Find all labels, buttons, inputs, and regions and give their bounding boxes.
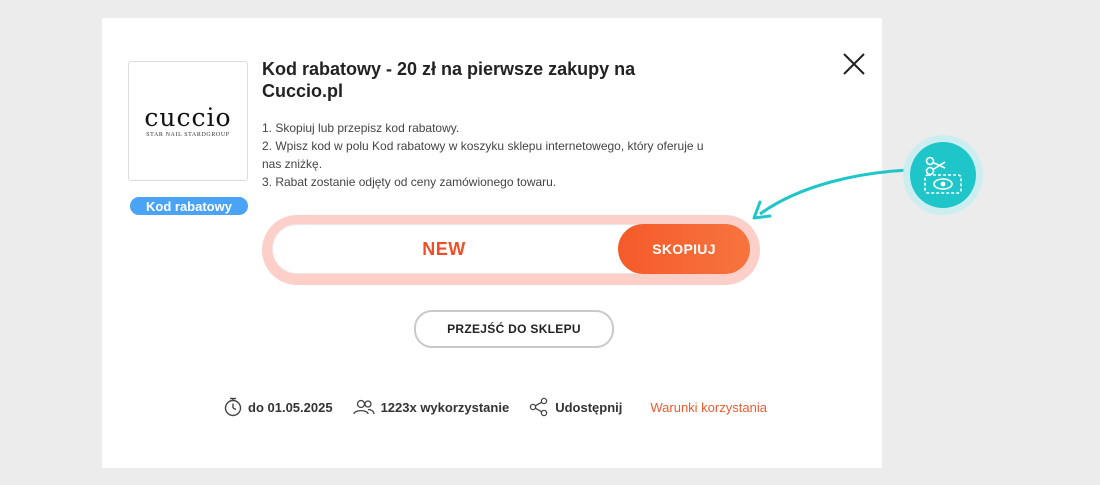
users-icon <box>352 399 375 415</box>
instruction-step: 3. Rabat zostanie odjęty od ceny zamówio… <box>262 175 557 189</box>
offer-meta-row: do 01.05.2025 1223x wykorzystanie Udostę… <box>224 396 767 418</box>
instructions-list: 1. Skopiuj lub przepisz kod rabatowy. 2.… <box>262 119 712 191</box>
share-text: Udostępnij <box>555 399 623 415</box>
instruction-step: 2. Wpisz kod w polu Kod rabatowy w koszy… <box>262 139 704 171</box>
terms-link[interactable]: Warunki korzystania <box>650 400 767 415</box>
logo-wordmark: cuccio <box>144 102 232 132</box>
scissors-coupon-icon <box>924 156 962 194</box>
coupon-modal: cuccio STAR NAIL STARDGROUP Kod rabatowy… <box>102 18 882 468</box>
expiry-text: do 01.05.2025 <box>248 399 333 415</box>
instruction-step: 1. Skopiuj lub przepisz kod rabatowy. <box>262 121 460 135</box>
usage-text: 1223x wykorzystanie <box>380 399 510 415</box>
coupon-code-value[interactable]: NEW <box>273 225 615 273</box>
go-to-shop-button[interactable]: PRZEJŚĆ DO SKLEPU <box>414 310 614 348</box>
logo-subtext: STAR NAIL STARDGROUP <box>146 131 230 138</box>
share-icon <box>529 397 548 417</box>
terms-item: Warunki korzystania <box>650 400 767 415</box>
usage-info: 1223x wykorzystanie <box>352 399 510 415</box>
expiry-info: do 01.05.2025 <box>224 397 333 417</box>
close-icon <box>843 53 865 75</box>
store-logo[interactable]: cuccio STAR NAIL STARDGROUP <box>128 61 248 181</box>
offer-title: Kod rabatowy - 20 zł na pierwsze zakupy … <box>262 59 636 101</box>
pointer-arrow-icon <box>752 168 911 220</box>
share-button[interactable]: Udostępnij <box>529 397 622 417</box>
offer-type-badge: Kod rabatowy <box>130 197 248 215</box>
close-button[interactable] <box>842 52 866 76</box>
stopwatch-icon <box>224 397 242 417</box>
copy-code-button[interactable]: SKOPIUJ <box>618 224 750 274</box>
floating-coupon-button[interactable] <box>903 135 983 215</box>
floating-coupon-inner <box>910 142 976 208</box>
coupon-code-box: NEW SKOPIUJ <box>262 215 760 285</box>
